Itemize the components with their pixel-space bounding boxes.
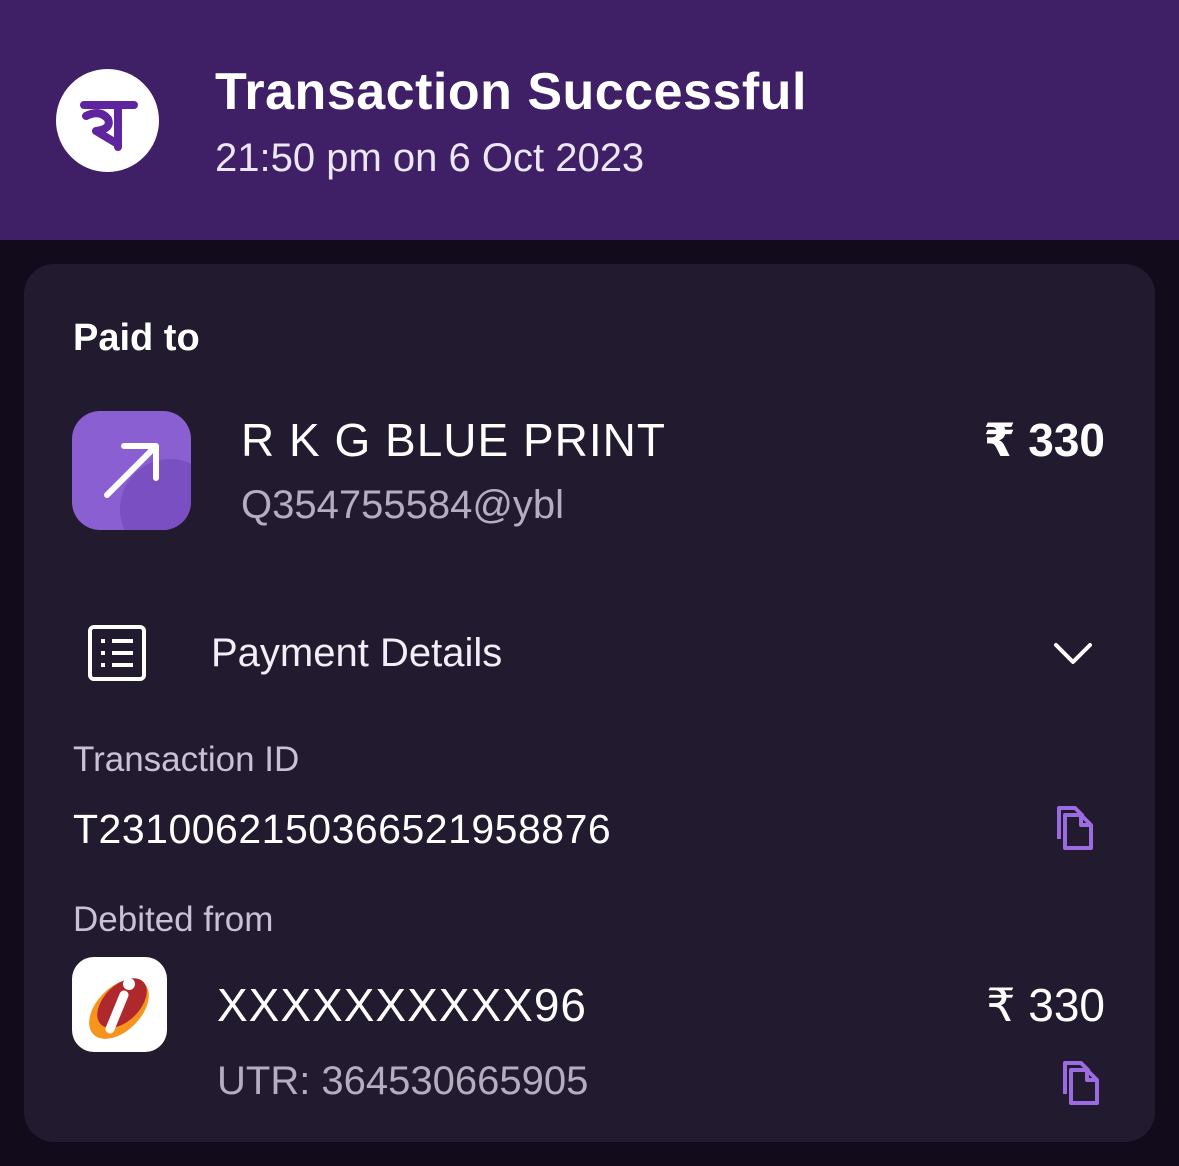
page-title: Transaction Successful (215, 63, 807, 121)
header: Transaction Successful 21:50 pm on 6 Oct… (0, 0, 1179, 240)
utr-number: UTR: 364530665905 (217, 1059, 589, 1103)
payee-upi-id: Q354755584@ybl (241, 483, 565, 527)
transaction-id-label: Transaction ID (73, 740, 300, 779)
payment-details-toggle[interactable]: Payment Details (211, 630, 502, 676)
paid-to-label: Paid to (73, 317, 200, 359)
paid-amount: ₹ 330 (983, 414, 1105, 466)
arrow-up-right-icon (72, 411, 191, 530)
icici-bank-icon (72, 957, 167, 1052)
debited-from-label: Debited from (73, 900, 274, 939)
payee-name: R K G BLUE PRINT (241, 414, 666, 466)
debited-amount: ₹ 330 (986, 979, 1105, 1031)
receipt-list-icon (87, 624, 147, 684)
phonepe-logo-icon (56, 69, 159, 172)
copy-icon[interactable] (1054, 1057, 1104, 1107)
chevron-down-icon[interactable] (1051, 636, 1095, 670)
transaction-timestamp: 21:50 pm on 6 Oct 2023 (215, 136, 645, 180)
transaction-card: Paid to R K G BLUE PRINT Q354755584@ybl … (24, 264, 1155, 1142)
transaction-id-value: T2310062150366521958876 (73, 806, 612, 852)
copy-icon[interactable] (1048, 802, 1098, 852)
debit-account-number: XXXXXXXXXX96 (217, 979, 587, 1031)
